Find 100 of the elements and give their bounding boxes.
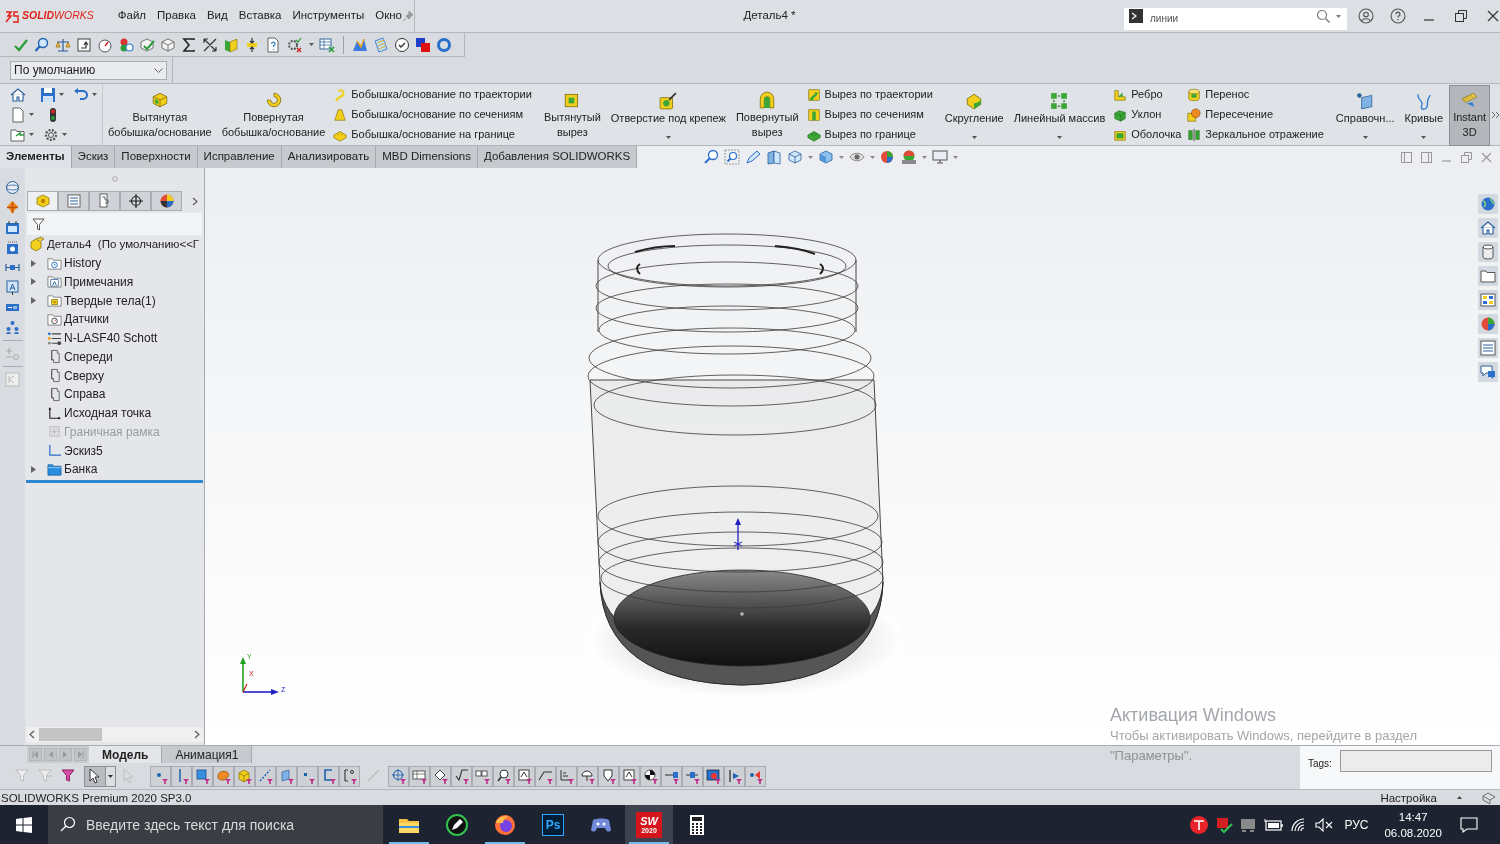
help-icon[interactable] (1390, 8, 1406, 24)
caret-icon[interactable] (971, 136, 977, 139)
bar-arrow-filter-icon[interactable] (726, 768, 743, 784)
new-document-icon[interactable] (10, 106, 26, 123)
ribbon-button[interactable]: Вырез по границе (806, 126, 933, 143)
section-view-icon[interactable] (766, 149, 783, 165)
check-filter-icon[interactable] (453, 768, 470, 784)
monitor-icon[interactable] (932, 149, 949, 165)
expand-arrow-icon[interactable] (31, 297, 36, 305)
caret-up-icon[interactable] (1457, 796, 1462, 799)
umbrella-filter-icon[interactable] (579, 768, 596, 784)
views-cube-icon[interactable] (787, 149, 804, 165)
dimension-filter-icon[interactable] (341, 768, 358, 784)
close-icon[interactable] (1486, 9, 1500, 23)
ribbon-button[interactable]: Оболочка (1113, 126, 1182, 143)
caret-icon[interactable] (59, 93, 64, 96)
circle-app-icon[interactable] (1189, 814, 1210, 835)
caret-icon[interactable] (29, 113, 34, 116)
caret-icon[interactable] (62, 133, 67, 136)
splitter-handle-icon[interactable] (111, 176, 118, 182)
caret-icon[interactable] (1336, 15, 1341, 18)
clock-time[interactable]: 14:47 (1398, 808, 1428, 825)
tab[interactable]: Анимация1 (162, 746, 253, 763)
tree-item[interactable]: Банка (64, 460, 98, 479)
caret-icon[interactable] (1057, 136, 1062, 139)
globe-icon[interactable] (1477, 194, 1498, 214)
ribbon-button[interactable]: Зеркальное отражение (1187, 126, 1324, 143)
table-filter-icon[interactable] (411, 768, 428, 784)
menu-item[interactable]: Правка (157, 7, 196, 25)
windows-logo-icon[interactable] (16, 816, 32, 833)
shield-filter-icon[interactable] (600, 768, 617, 784)
status-lights-icon[interactable] (118, 36, 134, 53)
frame-filter-icon[interactable] (621, 768, 638, 784)
cube-filter-icon[interactable] (236, 768, 253, 784)
save-icon[interactable] (40, 86, 56, 103)
display-cube-icon[interactable] (818, 149, 835, 165)
plane-filter-icon[interactable] (278, 768, 295, 784)
crossed-arrows-icon[interactable] (202, 36, 218, 53)
grid-icon[interactable] (1477, 290, 1498, 310)
chat-icon[interactable] (1477, 362, 1498, 382)
calendar-icon[interactable] (5, 220, 20, 235)
traffic-light-icon[interactable] (48, 106, 58, 123)
home-icon[interactable] (1477, 218, 1498, 238)
caret-icon[interactable] (92, 93, 97, 96)
ribbon-button[interactable]: Уклон (1113, 106, 1182, 123)
expand-arrow-icon[interactable] (31, 465, 36, 473)
language-indicator[interactable]: РУС (1344, 815, 1369, 834)
menu-item[interactable]: Окно (375, 7, 402, 25)
slope-filter-icon[interactable] (537, 768, 554, 784)
ribbon-button[interactable]: Вырез по траектории (806, 86, 933, 103)
pie-filter-icon[interactable] (642, 768, 659, 784)
tab[interactable]: Элементы (0, 146, 72, 168)
magnifier-icon[interactable] (34, 36, 50, 53)
chevron-double-right-icon[interactable] (1491, 110, 1500, 119)
dotted-circle-icon[interactable] (286, 36, 302, 53)
caret-icon[interactable] (29, 133, 34, 136)
boxes-filter-icon[interactable] (474, 768, 491, 784)
diamond-filter-icon[interactable] (432, 768, 449, 784)
menu-item[interactable]: Инструменты (292, 7, 365, 25)
dashed-line-filter-icon[interactable] (257, 768, 274, 784)
ribbon-button[interactable]: Ребро (1113, 86, 1182, 103)
ribbon-button[interactable]: Повернутый вырез (731, 85, 803, 146)
balance-scale-icon[interactable] (55, 36, 71, 53)
clock-date[interactable]: 06.08.2020 (1384, 824, 1442, 841)
scrollbar-thumb[interactable] (39, 728, 102, 741)
caret-icon[interactable] (1421, 136, 1427, 139)
box-check-icon[interactable] (1215, 815, 1234, 834)
frame-filter-icon[interactable] (516, 768, 533, 784)
tree-item[interactable]: N-LASF40 Schott (64, 329, 158, 348)
ribbon-button[interactable]: Справочн... (1331, 85, 1399, 146)
document-question-icon[interactable] (265, 36, 281, 53)
tree-item[interactable]: Сверху (64, 366, 105, 385)
folder-icon[interactable] (1477, 266, 1498, 286)
magnifier-filter-icon[interactable] (495, 768, 512, 784)
people-icon[interactable] (5, 320, 20, 335)
ribbon-button[interactable]: Перенос (1187, 86, 1324, 103)
ribbon-button[interactable]: Линейный массив (1009, 85, 1110, 146)
crosshair-filter-icon[interactable] (390, 768, 407, 784)
list-icon[interactable] (1477, 338, 1498, 358)
settings-icon[interactable] (43, 126, 59, 143)
box-circle-icon[interactable] (5, 240, 20, 255)
caret-icon[interactable] (309, 43, 314, 46)
caret-icon[interactable] (1362, 136, 1368, 139)
check-circle-icon[interactable] (394, 36, 410, 53)
text-frame-icon[interactable] (5, 280, 20, 295)
overlapping-squares-icon[interactable] (415, 36, 431, 53)
search-field[interactable]: линии (1124, 7, 1347, 30)
steps-filter-icon[interactable] (558, 768, 575, 784)
chart-icon[interactable] (352, 36, 368, 53)
battery-icon[interactable] (1264, 817, 1285, 832)
ribbon-button[interactable]: Пересечение (1187, 106, 1324, 123)
ribbon-button[interactable]: Бобышка/основание на границе (333, 126, 532, 143)
ribbon-button[interactable]: Вырез по сечениям (806, 106, 933, 123)
tree-item[interactable]: Справа (64, 385, 106, 404)
zoom-area-icon[interactable] (724, 149, 741, 165)
blob-filter-icon[interactable] (215, 768, 232, 784)
home-icon[interactable] (10, 86, 26, 103)
expand-arrow-icon[interactable] (31, 259, 36, 267)
ribbon-button[interactable]: Отверстие под крепеж (606, 85, 730, 146)
ribbon-button[interactable]: Instant 3D (1449, 85, 1491, 146)
